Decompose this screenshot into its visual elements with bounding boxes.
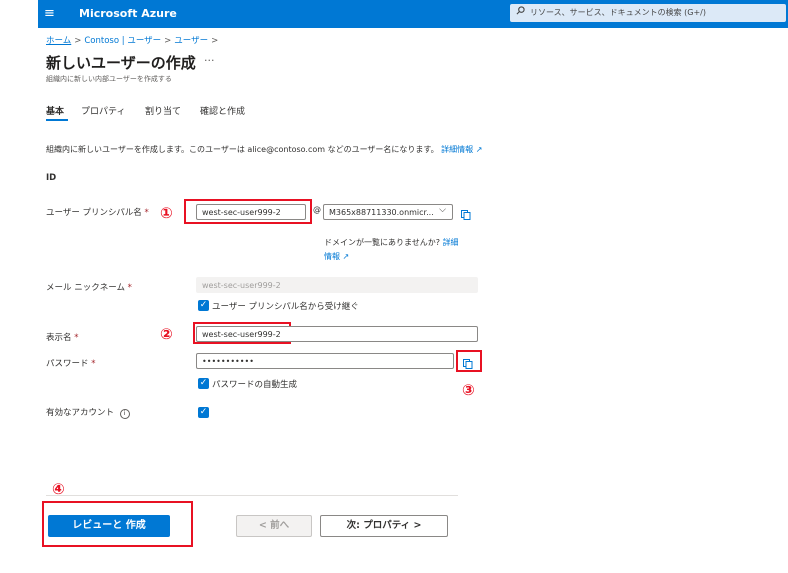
copy-password-icon-glyph	[463, 359, 473, 369]
domain-link-part1: 詳細	[442, 238, 459, 247]
domain-hint: ドメインが一覧にありませんか? 詳細情報 ↗	[324, 236, 479, 264]
domain-select[interactable]: M365x88711330.onmicr... ⌵	[323, 204, 453, 220]
at-sign: @	[313, 205, 321, 214]
display-name-label: 表示名 *	[46, 331, 78, 343]
footer-divider	[46, 495, 458, 496]
upn-label-text: ユーザー プリンシパル名	[46, 208, 142, 218]
auto-generate-password-label: パスワードの自動生成	[212, 380, 298, 390]
required-marker: *	[74, 333, 79, 343]
breadcrumb-users[interactable]: ユーザー	[174, 36, 208, 46]
annotation-3: ③	[462, 381, 475, 399]
annotation-2: ②	[160, 325, 173, 343]
account-enabled-label: 有効なアカウント i	[46, 406, 130, 419]
password-label-text: パスワード	[46, 359, 89, 369]
previous-button: < 前へ	[236, 515, 312, 537]
menu-icon[interactable]: ≡	[44, 5, 55, 23]
tab-active-indicator	[46, 119, 68, 121]
copy-password-icon[interactable]	[462, 355, 474, 369]
inherit-upn-checkbox[interactable]: ✓	[198, 300, 209, 311]
mail-nickname-label-text: メール ニックネーム	[46, 283, 125, 293]
external-link-icon: ↗	[475, 145, 483, 154]
chevron-down-icon: ⌵	[439, 205, 446, 215]
mail-nickname-label: メール ニックネーム *	[46, 281, 132, 293]
section-heading-identity: ID	[46, 173, 57, 183]
learn-more-label: 詳細情報	[441, 145, 474, 154]
tab-properties[interactable]: プロパティ	[81, 104, 125, 117]
breadcrumb-home[interactable]: ホーム	[46, 36, 71, 46]
required-marker: *	[144, 208, 149, 218]
top-bar: ≡ Microsoft Azure リソース、サービス、ドキュメントの検索 (G…	[38, 0, 788, 28]
copy-icon-glyph	[461, 210, 471, 220]
breadcrumb-separator: >	[74, 36, 82, 46]
auto-generate-password-checkbox[interactable]: ✓	[198, 378, 209, 389]
display-name-label-text: 表示名	[46, 333, 72, 343]
upn-label: ユーザー プリンシパル名 *	[46, 206, 149, 218]
display-name-input[interactable]: west-sec-user999-2	[196, 326, 478, 342]
intro-description: 組織内に新しいユーザーを作成します。このユーザーは alice@contoso.…	[46, 145, 439, 154]
breadcrumb-separator: >	[211, 36, 219, 46]
required-marker: *	[127, 283, 132, 293]
page-title: 新しいユーザーの作成	[46, 54, 196, 72]
account-enabled-checkbox[interactable]: ✓	[198, 407, 209, 418]
breadcrumb-tenant[interactable]: Contoso | ユーザー	[84, 36, 161, 46]
tab-assignments[interactable]: 割り当て	[145, 104, 181, 117]
annotation-1: ①	[160, 204, 173, 222]
page-subtitle: 組織内に新しい内部ユーザーを作成する	[46, 75, 172, 83]
learn-more-link[interactable]: 詳細情報 ↗	[441, 145, 482, 154]
password-label: パスワード *	[46, 357, 95, 369]
search-input[interactable]: リソース、サービス、ドキュメントの検索 (G+/)	[510, 4, 786, 22]
required-marker: *	[91, 359, 96, 369]
mail-nickname-input: west-sec-user999-2	[196, 277, 478, 293]
inherit-upn-label: ユーザー プリンシパル名から受け継ぐ	[212, 302, 359, 312]
search-icon-glyph	[516, 6, 525, 15]
domain-hint-text: ドメインが一覧にありませんか?	[324, 238, 441, 247]
info-icon[interactable]: i	[119, 409, 130, 419]
domain-link-part2: 情報	[324, 252, 340, 261]
copy-icon[interactable]	[460, 206, 472, 220]
brand-title[interactable]: Microsoft Azure	[79, 6, 177, 22]
review-create-button[interactable]: レビューと 作成	[48, 515, 170, 537]
password-input[interactable]: •••••••••••	[196, 353, 454, 369]
search-icon	[516, 6, 525, 20]
search-placeholder: リソース、サービス、ドキュメントの検索 (G+/)	[530, 8, 706, 17]
account-enabled-label-text: 有効なアカウント	[46, 408, 115, 418]
annotation-4: ④	[52, 480, 65, 498]
more-options-icon[interactable]: ···	[204, 54, 215, 67]
breadcrumb-separator: >	[164, 36, 172, 46]
domain-select-value: M365x88711330.onmicr...	[329, 208, 434, 217]
next-properties-button[interactable]: 次: プロパティ >	[320, 515, 448, 537]
tab-review-create[interactable]: 確認と作成	[200, 104, 245, 117]
breadcrumb: ホーム > Contoso | ユーザー > ユーザー >	[46, 34, 221, 46]
tab-basics[interactable]: 基本	[46, 104, 64, 117]
intro-text: 組織内に新しいユーザーを作成します。このユーザーは alice@contoso.…	[46, 144, 482, 155]
upn-input[interactable]: west-sec-user999-2	[196, 204, 306, 220]
external-link-icon: ↗	[342, 252, 350, 261]
